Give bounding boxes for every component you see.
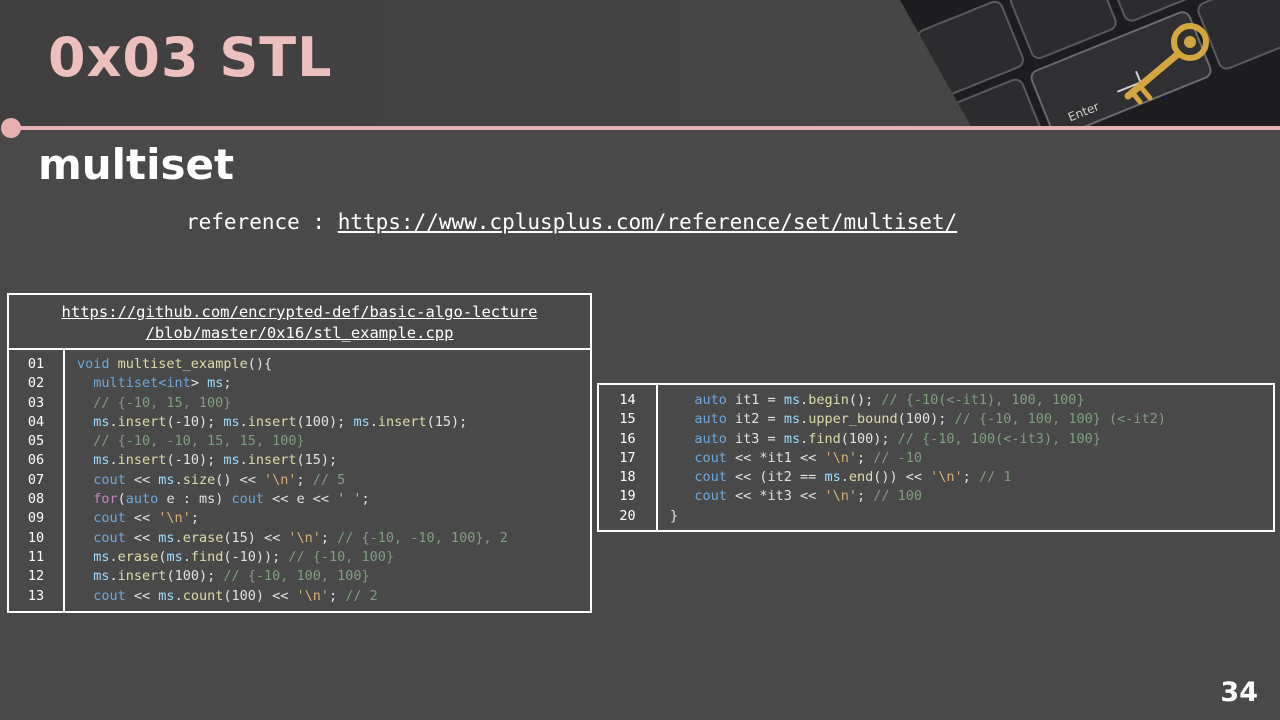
line-number-gutter: 01 02 03 04 05 06 07 08 09 10 11 12 13: [9, 350, 65, 611]
reference-link[interactable]: https://www.cplusplus.com/reference/set/…: [338, 210, 958, 234]
code-line: cout << *it1 << '\n'; // -10: [694, 449, 923, 466]
code-line: void multiset_example(){: [77, 356, 273, 372]
code-lines: void multiset_example(){ multiset<int> m…: [65, 350, 590, 611]
line-number: 11: [27, 548, 45, 565]
code-lines: auto it1 = ms.begin(); // {-10(<-it1), 1…: [658, 385, 1273, 530]
github-link-line2[interactable]: /blob/master/0x16/stl_example.cpp: [9, 323, 590, 344]
code-line: auto it1 = ms.begin(); // {-10(<-it1), 1…: [694, 392, 1085, 408]
line-number: 19: [619, 488, 636, 505]
line-number: 14: [619, 392, 636, 408]
code-line: cout << ms.size() << '\n'; // 5: [93, 471, 346, 488]
line-number: 08: [27, 491, 45, 508]
divider-dot: [1, 118, 21, 138]
code-line: multiset<int> ms;: [93, 375, 232, 392]
section-subtitle: multiset: [38, 140, 235, 189]
line-number: 07: [27, 471, 45, 488]
code-line: // {-10, 15, 100}: [93, 394, 232, 411]
line-number: 05: [27, 433, 45, 450]
line-number: 03: [27, 394, 45, 411]
line-number: 13: [27, 587, 45, 604]
reference-label: reference :: [186, 210, 338, 234]
line-number: 18: [619, 469, 636, 486]
code-line: ms.insert(-10); ms.insert(15);: [93, 452, 338, 469]
code-source-link-header: https://github.com/encrypted-def/basic-a…: [9, 295, 590, 350]
code-line: ms.insert(-10); ms.insert(100); ms.inser…: [93, 413, 468, 430]
code-line: auto it2 = ms.upper_bound(100); // {-10,…: [694, 411, 1166, 428]
line-number: 09: [27, 510, 45, 527]
code-line: cout << ms.count(100) << '\n'; // 2: [93, 587, 378, 604]
code-line: ms.insert(100); // {-10, 100, 100}: [93, 568, 370, 585]
code-area-2: 14 15 16 17 18 19 20 auto it1 = ms.begin…: [599, 385, 1273, 530]
line-number-gutter: 14 15 16 17 18 19 20: [599, 385, 658, 530]
line-number: 12: [27, 568, 45, 585]
code-line: cout << *it3 << '\n'; // 100: [694, 488, 923, 505]
code-line: ms.erase(ms.find(-10)); // {-10, 100}: [93, 548, 395, 565]
title-divider: [12, 126, 1280, 130]
code-line: // {-10, -10, 15, 15, 100}: [93, 433, 305, 450]
code-line: auto it3 = ms.find(100); // {-10, 100(<-…: [694, 430, 1101, 447]
line-number: 01: [27, 356, 45, 372]
line-number: 10: [27, 529, 45, 546]
code-box-1: https://github.com/encrypted-def/basic-a…: [7, 293, 592, 613]
page-title: 0x03 STL: [48, 26, 333, 89]
code-line: for(auto e : ms) cout << e << ' ';: [93, 491, 370, 508]
github-link-line1[interactable]: https://github.com/encrypted-def/basic-a…: [9, 302, 590, 323]
line-number: 02: [27, 375, 45, 392]
code-line: cout << (it2 == ms.end()) << '\n'; // 1: [694, 469, 1012, 486]
line-number: 15: [619, 411, 636, 428]
code-line: cout << ms.erase(15) << '\n'; // {-10, -…: [93, 529, 508, 546]
code-line: }: [670, 507, 679, 524]
reference-line: reference : https://www.cplusplus.com/re…: [186, 210, 957, 234]
code-box-2: 14 15 16 17 18 19 20 auto it1 = ms.begin…: [597, 383, 1275, 532]
line-number: 16: [619, 430, 636, 447]
line-number: 17: [619, 449, 636, 466]
line-number: 06: [27, 452, 45, 469]
page-number: 34: [1220, 677, 1258, 708]
line-number: 04: [27, 413, 45, 430]
code-line: cout << '\n';: [93, 510, 199, 527]
line-number: 20: [619, 507, 636, 524]
code-area-1: 01 02 03 04 05 06 07 08 09 10 11 12 13 v…: [9, 350, 590, 611]
